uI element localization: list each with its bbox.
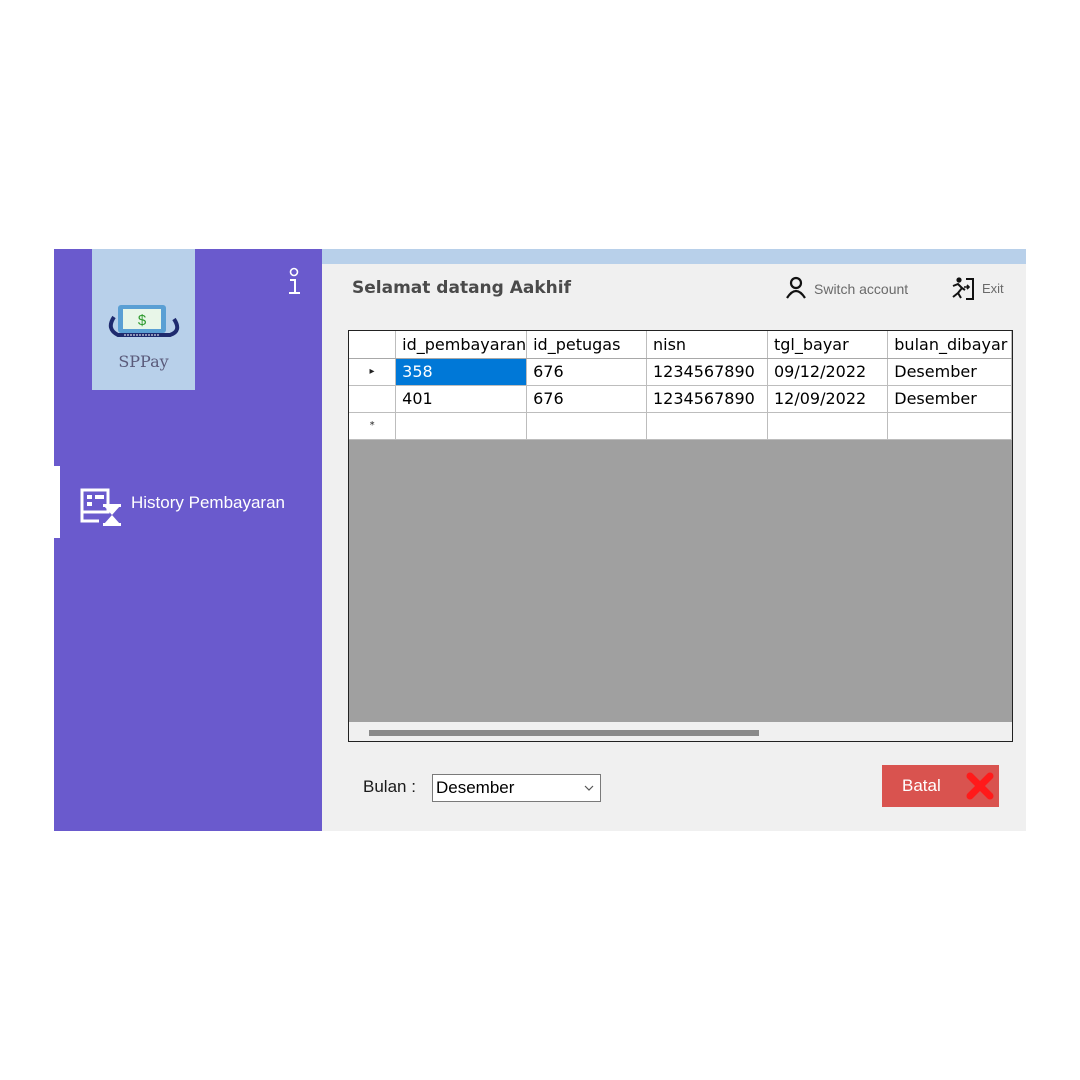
table-cell[interactable]: 12/09/2022 [767,385,889,413]
close-icon [966,772,994,800]
new-row[interactable]: * [349,412,1012,440]
current-row-marker: ▸ [349,358,397,386]
data-grid[interactable]: id_pembayaran id_petugas nisn tgl_bayar … [348,330,1013,742]
table-row[interactable]: ▸ 358 676 1234567890 09/12/2022 Desember [349,358,1012,386]
table-cell[interactable]: 1234567890 [646,358,768,386]
column-header[interactable]: id_pembayaran [395,331,528,359]
row-header-corner [349,331,397,359]
sidebar-item-history-pembayaran[interactable]: History Pembayaran [54,466,322,538]
switch-account-label: Switch account [814,281,909,297]
header-row: id_pembayaran id_petugas nisn tgl_bayar … [349,331,1012,359]
table-cell[interactable] [767,412,889,440]
active-indicator [54,466,60,538]
new-row-marker: * [349,412,397,440]
batal-button[interactable]: Batal [882,765,999,807]
table-cell[interactable]: 358 [395,358,528,386]
column-header[interactable]: tgl_bayar [767,331,889,359]
table-cell[interactable]: 1234567890 [646,385,768,413]
sppay-logo-icon: $ [108,305,180,337]
table-cell[interactable]: 401 [395,385,528,413]
sidebar: $ SPPay History Pembayaran [54,249,322,831]
logo-dollar-sign: $ [138,312,147,329]
table-cell[interactable]: Desember [887,358,1012,386]
table-cell[interactable]: 09/12/2022 [767,358,889,386]
welcome-message: Selamat datang Aakhif [352,278,571,298]
logo-text: SPPay [118,352,169,371]
horizontal-scrollbar[interactable] [349,722,1012,741]
scrollbar-thumb[interactable] [369,730,759,736]
exit-label: Exit [982,281,1004,296]
batal-label: Batal [902,776,941,795]
table-cell[interactable] [395,412,528,440]
bulan-selected-value: Desember [436,778,515,797]
table-cell[interactable] [526,412,647,440]
exit-running-icon [952,277,974,300]
sidebar-item-label: History Pembayaran [131,493,286,512]
table-cell[interactable]: 676 [526,358,647,386]
bulan-label: Bulan : [363,777,416,796]
column-header[interactable]: bulan_dibayar [887,331,1012,359]
data-table: id_pembayaran id_petugas nisn tgl_bayar … [349,331,1012,440]
table-cell[interactable] [887,412,1012,440]
table-cell[interactable]: Desember [887,385,1012,413]
info-icon[interactable] [286,267,302,297]
chevron-down-icon [584,785,594,791]
table-cell[interactable]: 676 [526,385,647,413]
title-bar [322,249,1026,264]
row-header [349,385,397,413]
logo: $ SPPay [92,249,195,390]
table-cell[interactable] [646,412,768,440]
app-window: $ SPPay History Pembayaran Selamat datan… [54,249,1026,831]
column-header[interactable]: nisn [646,331,768,359]
user-icon [786,276,806,299]
table-row[interactable]: 401 676 1234567890 12/09/2022 Desember [349,385,1012,413]
history-receipt-icon [80,488,121,526]
column-header[interactable]: id_petugas [526,331,647,359]
bulan-dropdown[interactable]: Desember [432,774,601,802]
